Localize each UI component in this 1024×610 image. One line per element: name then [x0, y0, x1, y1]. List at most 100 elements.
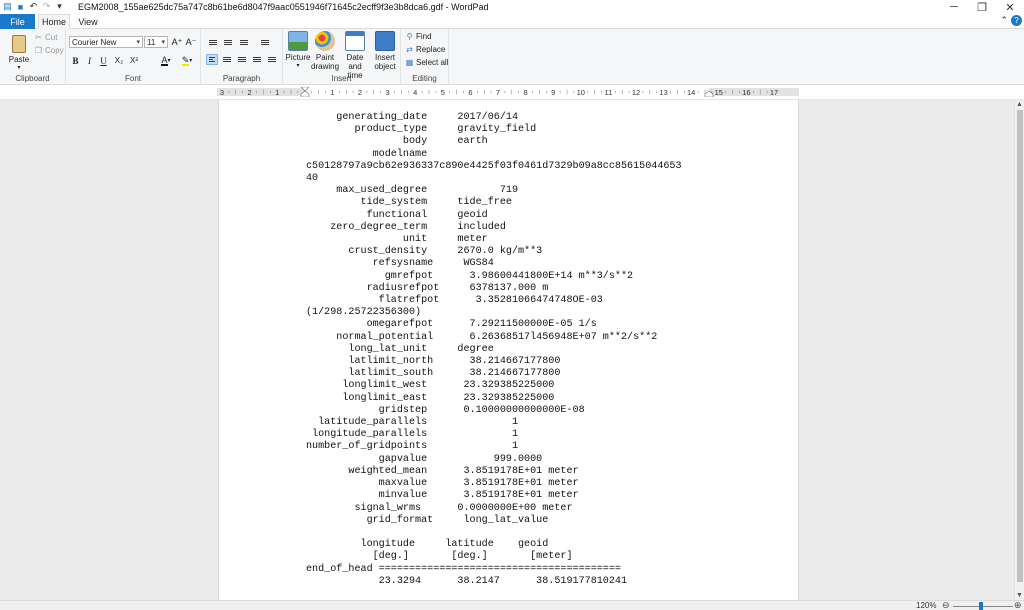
document-line[interactable]: gapvalue 999.0000 [306, 454, 682, 466]
shrink-font-button[interactable]: A⁻ [185, 37, 197, 48]
find-button[interactable]: ⚲ Find [405, 32, 432, 41]
document-line[interactable]: signal_wrms 0.0000000E+00 meter [306, 503, 682, 515]
highlight-color-button[interactable]: ✎ ▾ [178, 55, 196, 66]
document-line[interactable]: modelname [306, 149, 682, 161]
document-line[interactable]: flatrefpot 3.35281066474748OE-03 [306, 295, 682, 307]
cut-button[interactable]: ✂ Cut [34, 33, 57, 42]
ruler-number: 7 [496, 88, 500, 97]
document-line[interactable]: longlimit_west 23.329385225000 [306, 380, 682, 392]
document-line[interactable]: body earth [306, 136, 682, 148]
select-all-button[interactable]: ▦ Select all [405, 58, 449, 67]
align-left-button[interactable] [206, 54, 218, 65]
document-line[interactable]: longitude latitude geoid [306, 539, 682, 551]
document-line[interactable]: crust_density 2670.0 kg/m**3 [306, 246, 682, 258]
date-time-button[interactable]: Date and time [340, 31, 370, 80]
collapse-ribbon-icon[interactable]: ⌃ [1000, 15, 1008, 26]
font-size-select[interactable]: 11 ▾ [144, 36, 168, 48]
scrollbar-thumb[interactable] [1017, 110, 1023, 582]
document-line[interactable]: 23.3294 38.2147 38.519177810241 [306, 576, 682, 588]
document-line[interactable]: functional geoid [306, 210, 682, 222]
document-line[interactable]: omegarefpot 7.29211500000E-05 1/s [306, 319, 682, 331]
align-center-button[interactable] [221, 54, 233, 65]
decrease-indent-button[interactable] [207, 37, 219, 48]
document-line[interactable] [306, 527, 682, 539]
zoom-slider-thumb[interactable] [979, 602, 983, 610]
paste-button[interactable]: Paste ▾ [6, 31, 32, 73]
document-line[interactable]: longlimit_east 23.329385225000 [306, 393, 682, 405]
document-line[interactable]: generating_date 2017/06/14 [306, 112, 682, 124]
document-line[interactable]: gridstep 0.10000000000000E-08 [306, 405, 682, 417]
document-line[interactable]: longitude_parallels 1 [306, 429, 682, 441]
document-line[interactable]: minvalue 3.8519178E+01 meter [306, 490, 682, 502]
redo-icon[interactable]: ↷ [41, 1, 52, 12]
line-spacing-button[interactable] [259, 37, 271, 48]
text-color-button[interactable]: A ▾ [157, 55, 175, 66]
zoom-slider-track[interactable] [953, 606, 1013, 607]
copy-button[interactable]: ❐ Copy [34, 46, 64, 55]
document-page[interactable]: generating_date 2017/06/14 product_type … [218, 100, 799, 600]
document-line[interactable]: unit meter [306, 234, 682, 246]
zoom-in-icon[interactable]: ⊕ [1014, 600, 1022, 610]
increase-indent-button[interactable] [222, 37, 234, 48]
editing-group: ⚲ Find ⇄ Replace ▦ Select all Editing [401, 29, 449, 85]
justify-button[interactable] [251, 54, 263, 65]
vertical-scrollbar[interactable]: ▲ ▼ [1014, 100, 1024, 600]
copy-icon: ❐ [34, 46, 43, 55]
ruler-number: 6 [468, 88, 472, 97]
superscript-button[interactable]: X² [127, 55, 141, 66]
wordpad-app-icon[interactable]: ▤ [2, 1, 13, 12]
document-line[interactable]: maxvalue 3.8519178E+01 meter [306, 478, 682, 490]
underline-button[interactable]: U [98, 55, 109, 66]
document-line[interactable]: grid_format long_lat_value [306, 515, 682, 527]
document-line[interactable]: number_of_gridpoints 1 [306, 441, 682, 453]
document-line[interactable]: 40 [306, 173, 682, 185]
document-line[interactable]: latlimit_south 38.214667177800 [306, 368, 682, 380]
font-family-select[interactable]: Courier New ▾ [69, 36, 143, 48]
document-text[interactable]: generating_date 2017/06/14 product_type … [306, 112, 682, 588]
minimize-icon[interactable]: ─ [940, 0, 968, 14]
document-line[interactable]: latlimit_north 38.214667177800 [306, 356, 682, 368]
scroll-up-icon[interactable]: ▲ [1016, 101, 1023, 108]
align-right-button[interactable] [236, 54, 248, 65]
document-line[interactable]: weighted_mean 3.8519178E+01 meter [306, 466, 682, 478]
insert-object-button[interactable]: Insert object [371, 31, 399, 71]
document-line[interactable]: c50128797a9cb62e936337c890e4425f03f0461d… [306, 161, 682, 173]
picture-button[interactable]: Picture ▾ [285, 31, 311, 71]
replace-button[interactable]: ⇄ Replace [405, 45, 445, 54]
maximize-icon[interactable]: ❐ [968, 0, 996, 14]
document-line[interactable]: normal_potential 6.26368517l456948E+07 m… [306, 332, 682, 344]
document-line[interactable]: tide_system tide_free [306, 197, 682, 209]
document-line[interactable]: radiusrefpot 6378137.000 m [306, 283, 682, 295]
subscript-button[interactable]: X₂ [112, 55, 126, 66]
save-icon[interactable]: ■ [15, 1, 26, 12]
paint-drawing-button[interactable]: Paint drawing [311, 31, 339, 71]
help-icon[interactable]: ? [1011, 15, 1022, 26]
document-line[interactable]: end_of_head ============================… [306, 564, 682, 576]
scroll-down-icon[interactable]: ▼ [1016, 592, 1023, 599]
bold-button[interactable]: B [70, 55, 81, 66]
close-icon[interactable]: ✕ [996, 0, 1024, 14]
tab-view[interactable]: View [73, 14, 103, 29]
ruler[interactable]: 3 2 1 1 2 3 4 5 6 7 8 9 10 11 12 13 14 15 16 17 [217, 87, 799, 97]
paragraph-settings-button[interactable] [266, 54, 278, 65]
document-line[interactable]: max_used_degree 719 [306, 185, 682, 197]
ruler-number: 3 [220, 88, 224, 97]
tab-file[interactable]: File [0, 14, 35, 29]
undo-icon[interactable]: ↶ [28, 1, 39, 12]
chevron-down-icon: ▾ [167, 58, 171, 64]
document-line[interactable]: refsysname WGS84 [306, 258, 682, 270]
document-line[interactable]: long_lat_unit degree [306, 344, 682, 356]
tab-home[interactable]: Home [38, 14, 70, 29]
zoom-out-icon[interactable]: ⊖ [942, 600, 950, 610]
document-line[interactable]: product_type gravity_field [306, 124, 682, 136]
italic-button[interactable]: I [84, 55, 95, 66]
document-line[interactable]: (1/298.25722356300) [306, 307, 682, 319]
document-line[interactable]: latitude_parallels 1 [306, 417, 682, 429]
document-line[interactable]: gmrefpot 3.98600441800E+14 m**3/s**2 [306, 271, 682, 283]
document-line[interactable]: zero_degree_term included [306, 222, 682, 234]
customize-qat-icon[interactable]: ▾ [54, 1, 65, 12]
grow-font-button[interactable]: A⁺ [171, 37, 183, 48]
document-line[interactable]: [deg.] [deg.] [meter] [306, 551, 682, 563]
chevron-down-icon: ▾ [136, 39, 140, 46]
bullet-list-button[interactable] [238, 37, 250, 48]
